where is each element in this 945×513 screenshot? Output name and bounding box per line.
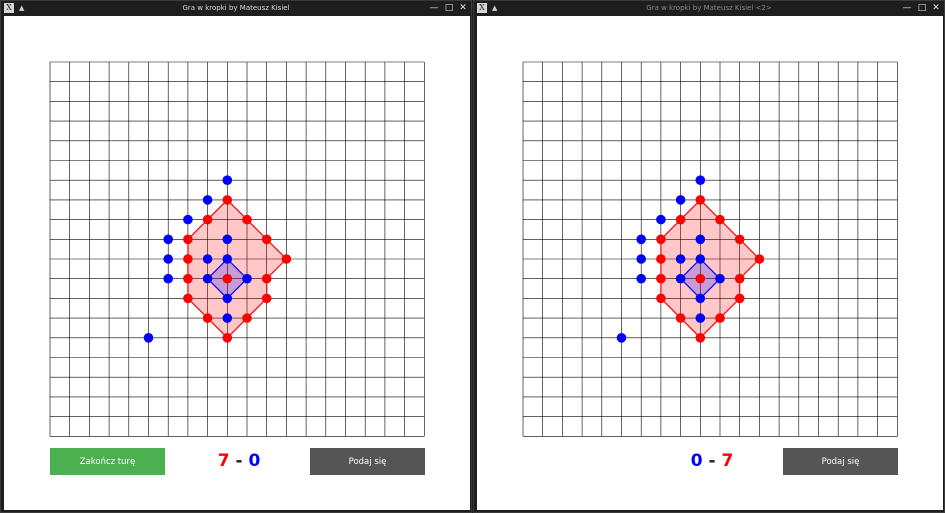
red-dot[interactable]	[675, 214, 686, 225]
red-dot[interactable]	[675, 313, 686, 323]
window-title: Gra w kropki by Mateusz Kisiel <2>	[646, 4, 772, 12]
red-dot[interactable]	[656, 273, 666, 284]
blue-dot[interactable]	[616, 333, 627, 343]
red-dot[interactable]	[695, 333, 706, 343]
blue-dot[interactable]	[163, 273, 173, 284]
maximize-icon[interactable]: □	[442, 1, 456, 15]
title-bar: X ▲ Gra w kropki by Mateusz Kisiel — □ ✕	[1, 1, 471, 15]
red-dot[interactable]	[202, 214, 213, 225]
score-display: 7 - 0	[209, 450, 269, 472]
blue-dot[interactable]	[695, 313, 706, 323]
close-icon[interactable]: ✕	[929, 1, 943, 15]
red-dot[interactable]	[754, 254, 765, 264]
game-window-player-1: X ▲ Gra w kropki by Mateusz Kisiel — □ ✕…	[0, 0, 472, 513]
end-turn-button[interactable]: Zakończ turę	[50, 448, 165, 475]
red-dot[interactable]	[183, 293, 193, 304]
score-separator: -	[235, 451, 243, 471]
red-dot[interactable]	[281, 254, 292, 264]
score-separator: -	[708, 451, 716, 471]
blue-dot[interactable]	[202, 273, 213, 284]
red-dot[interactable]	[734, 293, 745, 304]
blue-dot[interactable]	[242, 273, 252, 284]
score-left: 7	[217, 451, 230, 471]
blue-dot[interactable]	[222, 234, 233, 245]
blue-dot[interactable]	[695, 254, 706, 264]
red-dot[interactable]	[242, 313, 252, 323]
blue-dot[interactable]	[222, 175, 233, 185]
game-board[interactable]	[4, 16, 470, 510]
surrender-button[interactable]: Podaj się	[783, 448, 898, 475]
blue-dot[interactable]	[715, 273, 725, 284]
red-dot[interactable]	[222, 273, 233, 284]
red-dot[interactable]	[261, 234, 272, 245]
red-dot[interactable]	[695, 273, 706, 284]
maximize-icon[interactable]: □	[915, 1, 929, 15]
red-dot[interactable]	[202, 313, 213, 323]
score-display: 0 - 7	[682, 450, 742, 472]
surrender-button[interactable]: Podaj się	[310, 448, 425, 475]
red-dot[interactable]	[656, 234, 666, 245]
close-icon[interactable]: ✕	[456, 1, 470, 15]
game-client-area: 0 - 7 Podaj się	[477, 16, 943, 510]
blue-dot[interactable]	[183, 214, 193, 225]
minimize-icon[interactable]: —	[427, 1, 441, 15]
blue-dot[interactable]	[656, 214, 666, 225]
game-client-area: Zakończ turę 7 - 0 Podaj się	[4, 16, 470, 510]
score-right: 7	[721, 451, 734, 471]
red-dot[interactable]	[222, 333, 233, 343]
blue-dot[interactable]	[675, 254, 686, 264]
blue-dot[interactable]	[163, 254, 173, 264]
game-window-player-2: X ▲ Gra w kropki by Mateusz Kisiel <2> —…	[473, 0, 945, 513]
score-right: 0	[248, 451, 261, 471]
blue-dot[interactable]	[636, 254, 646, 264]
red-dot[interactable]	[656, 293, 666, 304]
red-dot[interactable]	[715, 214, 725, 225]
blue-dot[interactable]	[202, 254, 213, 264]
blue-dot[interactable]	[636, 273, 646, 284]
blue-dot[interactable]	[695, 293, 706, 304]
red-dot[interactable]	[261, 273, 272, 284]
red-dot[interactable]	[656, 254, 666, 264]
red-dot[interactable]	[183, 234, 193, 245]
minimize-icon[interactable]: —	[900, 1, 914, 15]
game-board[interactable]	[477, 16, 943, 510]
red-dot[interactable]	[715, 313, 725, 323]
red-dot[interactable]	[734, 273, 745, 284]
blue-dot[interactable]	[675, 273, 686, 284]
window-title: Gra w kropki by Mateusz Kisiel	[182, 4, 290, 12]
blue-dot[interactable]	[202, 195, 213, 205]
blue-dot[interactable]	[675, 195, 686, 205]
blue-dot[interactable]	[143, 333, 154, 343]
blue-dot[interactable]	[695, 234, 706, 245]
blue-dot[interactable]	[222, 293, 233, 304]
red-dot[interactable]	[222, 195, 233, 205]
blue-dot[interactable]	[222, 254, 233, 264]
red-dot[interactable]	[734, 234, 745, 245]
blue-dot[interactable]	[636, 234, 646, 245]
score-left: 0	[690, 451, 703, 471]
blue-dot[interactable]	[695, 175, 706, 185]
red-dot[interactable]	[242, 214, 252, 225]
blue-dot[interactable]	[222, 313, 233, 323]
red-dot[interactable]	[183, 273, 193, 284]
red-dot[interactable]	[183, 254, 193, 264]
blue-dot[interactable]	[163, 234, 173, 245]
title-bar: X ▲ Gra w kropki by Mateusz Kisiel <2> —…	[474, 1, 944, 15]
red-dot[interactable]	[261, 293, 272, 304]
red-dot[interactable]	[695, 195, 706, 205]
